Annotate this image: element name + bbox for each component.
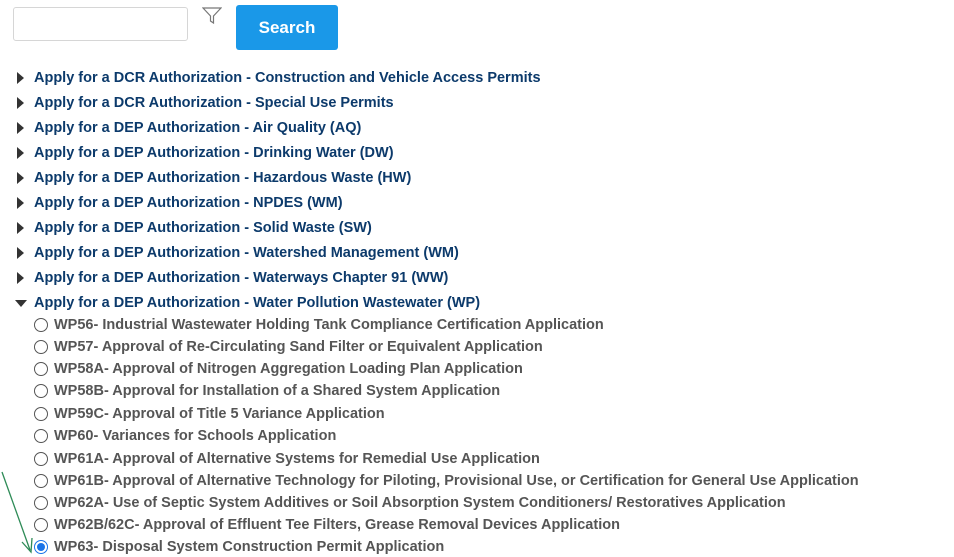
option-title: - Disposal System Construction Permit Ap…	[93, 539, 445, 555]
radio-button[interactable]	[34, 340, 48, 354]
category-dcr-construction[interactable]: Apply for a DCR Authorization - Construc…	[15, 68, 541, 88]
triangle-right-icon	[17, 147, 24, 159]
filter-icon[interactable]	[201, 6, 223, 26]
radio-button[interactable]	[34, 384, 48, 398]
option-title: - Approval of Alternative Technology for…	[103, 473, 859, 489]
category-label: Apply for a DEP Authorization - Solid Wa…	[34, 220, 372, 236]
search-button[interactable]: Search	[236, 5, 338, 50]
option-title: - Approval of Alternative Systems for Re…	[103, 451, 540, 467]
triangle-down-icon	[15, 299, 27, 307]
category-label: Apply for a DEP Authorization - NPDES (W…	[34, 195, 343, 211]
option-code: WP63	[54, 539, 94, 555]
option-code: WP60	[54, 428, 94, 444]
category-dep-hazardous-waste[interactable]: Apply for a DEP Authorization - Hazardou…	[15, 168, 411, 188]
radio-button[interactable]	[34, 318, 48, 332]
option-code: WP58B	[54, 383, 104, 399]
category-label: Apply for a DCR Authorization - Special …	[34, 95, 394, 111]
option-wp63[interactable]: WP63 - Disposal System Construction Perm…	[34, 537, 444, 557]
triangle-right-icon	[17, 272, 24, 284]
triangle-right-icon	[17, 247, 24, 259]
option-title: - Industrial Wastewater Holding Tank Com…	[93, 317, 604, 333]
category-label: Apply for a DEP Authorization - Hazardou…	[34, 170, 412, 186]
category-label: Apply for a DEP Authorization - Waterway…	[34, 270, 449, 286]
category-dep-air-quality[interactable]: Apply for a DEP Authorization - Air Qual…	[15, 118, 361, 138]
option-wp61b[interactable]: WP61B - Approval of Alternative Technolo…	[34, 471, 859, 491]
option-code: WP56	[54, 317, 94, 333]
category-label: Apply for a DEP Authorization - Drinking…	[34, 145, 394, 161]
option-wp61a[interactable]: WP61A - Approval of Alternative Systems …	[34, 449, 540, 469]
triangle-right-icon	[17, 172, 24, 184]
option-code: WP58A	[54, 361, 104, 377]
option-wp56[interactable]: WP56 - Industrial Wastewater Holding Tan…	[34, 315, 604, 335]
radio-button[interactable]	[34, 407, 48, 421]
triangle-right-icon	[17, 72, 24, 84]
option-title: - Approval of Nitrogen Aggregation Loadi…	[103, 361, 523, 377]
option-title: - Approval of Effluent Tee Filters, Grea…	[134, 517, 620, 533]
option-code: WP62B/62C	[54, 517, 135, 533]
search-input[interactable]	[13, 7, 188, 41]
category-label: Apply for a DCR Authorization - Construc…	[34, 70, 541, 86]
radio-button[interactable]	[34, 429, 48, 443]
triangle-right-icon	[17, 197, 24, 209]
triangle-right-icon	[17, 122, 24, 134]
triangle-right-icon	[17, 97, 24, 109]
category-dep-solid-waste[interactable]: Apply for a DEP Authorization - Solid Wa…	[15, 218, 372, 238]
category-dep-water-pollution[interactable]: Apply for a DEP Authorization - Water Po…	[15, 293, 480, 313]
category-label: Apply for a DEP Authorization - Water Po…	[34, 295, 481, 311]
option-wp62b-62c[interactable]: WP62B/62C - Approval of Effluent Tee Fil…	[34, 515, 620, 535]
option-wp57[interactable]: WP57 - Approval of Re-Circulating Sand F…	[34, 337, 543, 357]
category-label: Apply for a DEP Authorization - Watershe…	[34, 245, 459, 261]
option-title: - Approval for Installation of a Shared …	[103, 383, 501, 399]
triangle-right-icon	[17, 222, 24, 234]
option-title: - Variances for Schools Application	[93, 428, 337, 444]
annotation-arrow-icon	[1, 471, 33, 554]
option-title: - Approval of Re-Circulating Sand Filter…	[93, 339, 543, 355]
option-code: WP61B	[54, 473, 104, 489]
option-code: WP61A	[54, 451, 104, 467]
option-title: - Use of Septic System Additives or Soil…	[103, 495, 786, 511]
category-dep-waterways[interactable]: Apply for a DEP Authorization - Waterway…	[15, 268, 448, 288]
category-dcr-special-use[interactable]: Apply for a DCR Authorization - Special …	[15, 93, 394, 113]
option-wp62a[interactable]: WP62A - Use of Septic System Additives o…	[34, 493, 786, 513]
option-wp60[interactable]: WP60 - Variances for Schools Application	[34, 426, 336, 446]
category-dep-watershed[interactable]: Apply for a DEP Authorization - Watershe…	[15, 243, 459, 263]
option-wp58b[interactable]: WP58B - Approval for Installation of a S…	[34, 381, 500, 401]
option-wp59c[interactable]: WP59C - Approval of Title 5 Variance App…	[34, 404, 385, 424]
option-wp58a[interactable]: WP58A - Approval of Nitrogen Aggregation…	[34, 359, 523, 379]
option-code: WP57	[54, 339, 94, 355]
option-code: WP59C	[54, 406, 104, 422]
category-dep-drinking-water[interactable]: Apply for a DEP Authorization - Drinking…	[15, 143, 394, 163]
category-label: Apply for a DEP Authorization - Air Qual…	[34, 120, 362, 136]
category-dep-npdes[interactable]: Apply for a DEP Authorization - NPDES (W…	[15, 193, 343, 213]
option-title: - Approval of Title 5 Variance Applicati…	[103, 406, 385, 422]
option-code: WP62A	[54, 495, 104, 511]
radio-button[interactable]	[34, 452, 48, 466]
radio-button[interactable]	[34, 362, 48, 376]
